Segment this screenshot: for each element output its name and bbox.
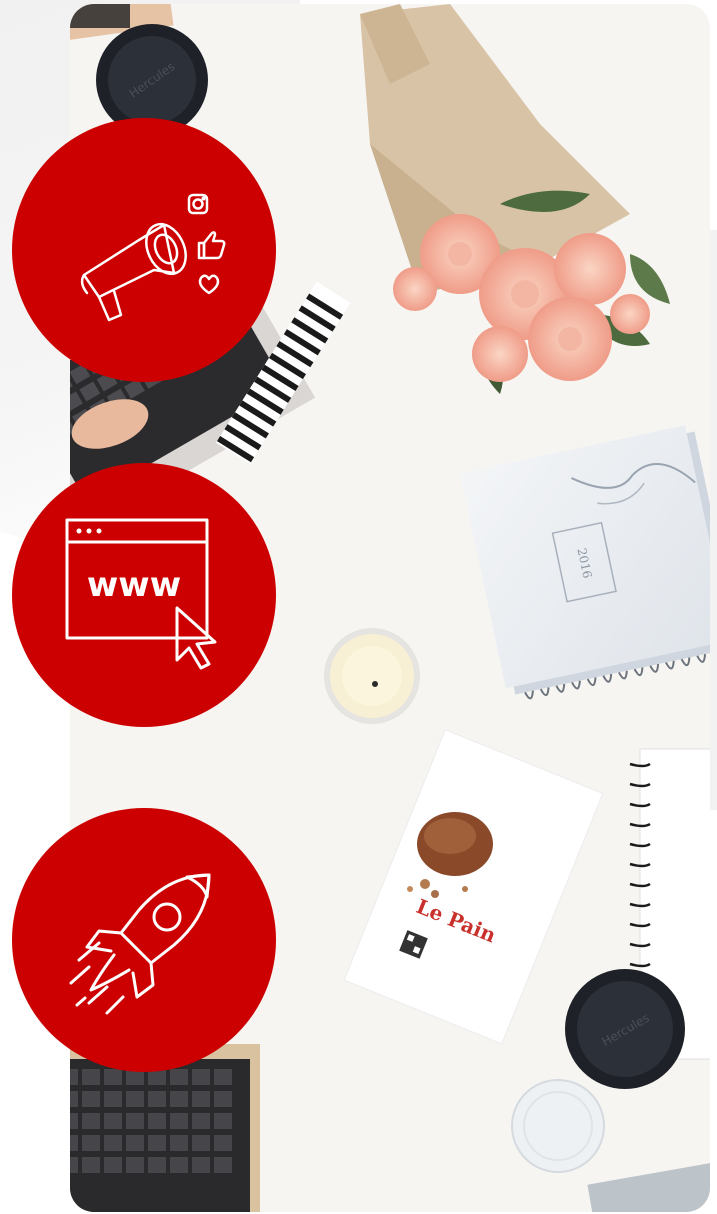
svg-text:www: www bbox=[87, 565, 181, 605]
website-www-cursor-icon: www bbox=[65, 518, 217, 670]
rocket-launch-icon bbox=[69, 873, 211, 1015]
megaphone-social-icon bbox=[80, 193, 226, 322]
rocket-feature-circle bbox=[12, 808, 276, 1072]
website-feature-circle: www bbox=[12, 463, 276, 727]
megaphone-feature-circle bbox=[12, 118, 276, 382]
